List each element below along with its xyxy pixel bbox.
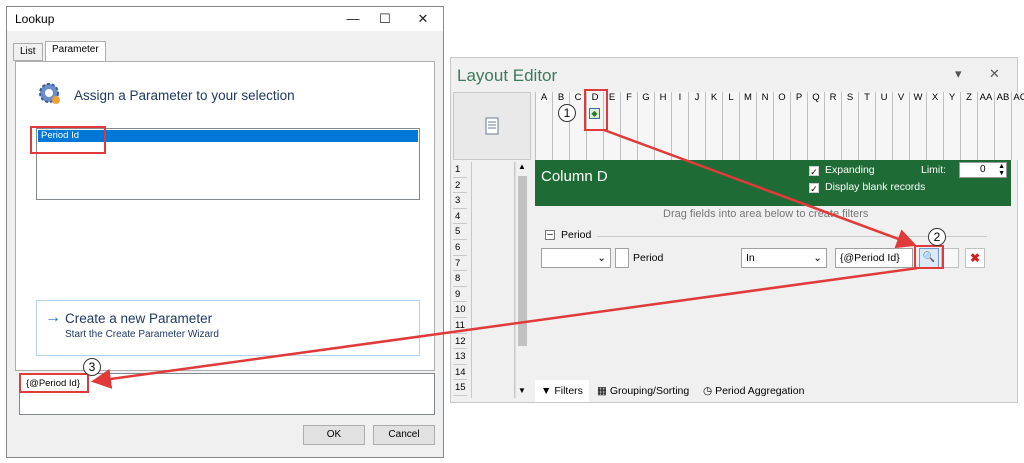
annotation-arrows bbox=[91, 128, 919, 389]
arrow-1-to-2 bbox=[603, 128, 917, 249]
arrow-2-to-3 bbox=[91, 266, 919, 389]
